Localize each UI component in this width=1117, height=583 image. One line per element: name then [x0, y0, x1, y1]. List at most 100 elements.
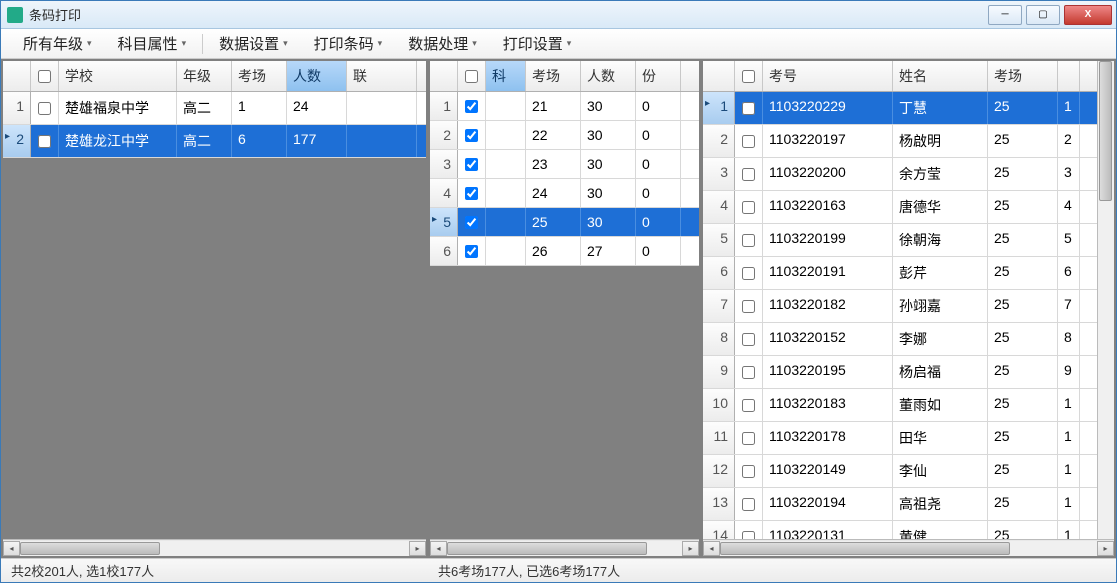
- h-scrollbar[interactable]: ◂ ▸: [3, 539, 426, 556]
- h-scrollbar[interactable]: ◂ ▸: [430, 539, 699, 556]
- table-row[interactable]: 121300: [430, 92, 699, 121]
- checkbox-cell[interactable]: [735, 290, 763, 322]
- column-header[interactable]: [458, 61, 486, 91]
- table-row[interactable]: 424300: [430, 179, 699, 208]
- scroll-thumb[interactable]: [1099, 61, 1112, 201]
- table-row[interactable]: 222300: [430, 121, 699, 150]
- scroll-thumb[interactable]: [720, 542, 1010, 555]
- row-checkbox[interactable]: [742, 498, 755, 511]
- menu-print-settings[interactable]: 打印设置▾: [491, 29, 584, 58]
- scroll-right-button[interactable]: ▸: [409, 541, 426, 556]
- minimize-button[interactable]: ─: [988, 5, 1022, 25]
- scroll-thumb[interactable]: [20, 542, 160, 555]
- scroll-left-button[interactable]: ◂: [3, 541, 20, 556]
- v-scrollbar[interactable]: [1097, 61, 1114, 539]
- table-row[interactable]: 61103220191彭芹256: [703, 257, 1097, 290]
- table-row[interactable]: 2楚雄龙江中学高二6177: [3, 125, 426, 158]
- checkbox-cell[interactable]: [735, 356, 763, 388]
- checkbox-cell[interactable]: [458, 237, 486, 265]
- column-header[interactable]: 考号: [763, 61, 893, 91]
- row-checkbox[interactable]: [742, 333, 755, 346]
- column-header[interactable]: 考场: [526, 61, 581, 91]
- row-checkbox[interactable]: [38, 102, 51, 115]
- table-row[interactable]: 1楚雄福泉中学高二124: [3, 92, 426, 125]
- table-row[interactable]: 141103220131黄健251: [703, 521, 1097, 539]
- checkbox-cell[interactable]: [735, 191, 763, 223]
- checkbox-cell[interactable]: [458, 179, 486, 207]
- column-header[interactable]: 联: [347, 61, 417, 91]
- column-header[interactable]: [430, 61, 458, 91]
- checkbox-cell[interactable]: [735, 455, 763, 487]
- checkbox-cell[interactable]: [458, 121, 486, 149]
- row-checkbox[interactable]: [742, 300, 755, 313]
- row-checkbox[interactable]: [465, 245, 478, 258]
- table-row[interactable]: 21103220197杨啟明252: [703, 125, 1097, 158]
- checkbox-cell[interactable]: [31, 92, 59, 124]
- column-header[interactable]: [1058, 61, 1080, 91]
- scroll-thumb[interactable]: [447, 542, 647, 555]
- row-checkbox[interactable]: [38, 135, 51, 148]
- table-row[interactable]: 31103220200余方莹253: [703, 158, 1097, 191]
- row-checkbox[interactable]: [465, 129, 478, 142]
- row-checkbox[interactable]: [742, 531, 755, 540]
- column-header[interactable]: [703, 61, 735, 91]
- row-checkbox[interactable]: [742, 168, 755, 181]
- column-header[interactable]: 姓名: [893, 61, 988, 91]
- select-all-checkbox[interactable]: [742, 70, 755, 83]
- checkbox-cell[interactable]: [735, 92, 763, 124]
- table-row[interactable]: 111103220178田华251: [703, 422, 1097, 455]
- column-header[interactable]: 人数: [287, 61, 347, 91]
- table-row[interactable]: 131103220194高祖尧251: [703, 488, 1097, 521]
- table-row[interactable]: 121103220149李仙251: [703, 455, 1097, 488]
- row-checkbox[interactable]: [742, 234, 755, 247]
- row-checkbox[interactable]: [465, 100, 478, 113]
- checkbox-cell[interactable]: [735, 323, 763, 355]
- table-row[interactable]: 91103220195杨启福259: [703, 356, 1097, 389]
- checkbox-cell[interactable]: [735, 224, 763, 256]
- row-checkbox[interactable]: [742, 432, 755, 445]
- row-checkbox[interactable]: [742, 399, 755, 412]
- row-checkbox[interactable]: [742, 135, 755, 148]
- row-checkbox[interactable]: [742, 201, 755, 214]
- row-checkbox[interactable]: [742, 465, 755, 478]
- select-all-checkbox[interactable]: [38, 70, 51, 83]
- scroll-right-button[interactable]: ▸: [682, 541, 699, 556]
- column-header[interactable]: 人数: [581, 61, 636, 91]
- select-all-checkbox[interactable]: [465, 70, 478, 83]
- menu-data-process[interactable]: 数据处理▾: [396, 29, 489, 58]
- table-row[interactable]: 626270: [430, 237, 699, 266]
- row-checkbox[interactable]: [465, 158, 478, 171]
- menu-data-settings[interactable]: 数据设置▾: [207, 29, 300, 58]
- table-row[interactable]: 41103220163唐德华254: [703, 191, 1097, 224]
- checkbox-cell[interactable]: [458, 208, 486, 236]
- table-row[interactable]: 51103220199徐朝海255: [703, 224, 1097, 257]
- close-button[interactable]: X: [1064, 5, 1112, 25]
- checkbox-cell[interactable]: [735, 257, 763, 289]
- column-header[interactable]: 考场: [232, 61, 287, 91]
- table-row[interactable]: 525300: [430, 208, 699, 237]
- checkbox-cell[interactable]: [735, 422, 763, 454]
- checkbox-cell[interactable]: [458, 150, 486, 178]
- menu-subject-attr[interactable]: 科目属性▾: [106, 29, 199, 58]
- row-checkbox[interactable]: [742, 366, 755, 379]
- scroll-left-button[interactable]: ◂: [703, 541, 720, 556]
- row-checkbox[interactable]: [465, 216, 478, 229]
- menu-print-barcode[interactable]: 打印条码▾: [302, 29, 395, 58]
- column-header[interactable]: 学校: [59, 61, 177, 91]
- table-row[interactable]: 323300: [430, 150, 699, 179]
- checkbox-cell[interactable]: [735, 521, 763, 539]
- checkbox-cell[interactable]: [735, 158, 763, 190]
- column-header[interactable]: [735, 61, 763, 91]
- table-row[interactable]: 81103220152李娜258: [703, 323, 1097, 356]
- checkbox-cell[interactable]: [31, 125, 59, 157]
- checkbox-cell[interactable]: [735, 488, 763, 520]
- checkbox-cell[interactable]: [458, 92, 486, 120]
- scroll-right-button[interactable]: ▸: [1097, 541, 1114, 556]
- checkbox-cell[interactable]: [735, 389, 763, 421]
- maximize-button[interactable]: ▢: [1026, 5, 1060, 25]
- column-header[interactable]: 年级: [177, 61, 232, 91]
- column-header[interactable]: [31, 61, 59, 91]
- menu-all-grades[interactable]: 所有年级▾: [11, 29, 104, 58]
- column-header[interactable]: 科: [486, 61, 526, 91]
- checkbox-cell[interactable]: [735, 125, 763, 157]
